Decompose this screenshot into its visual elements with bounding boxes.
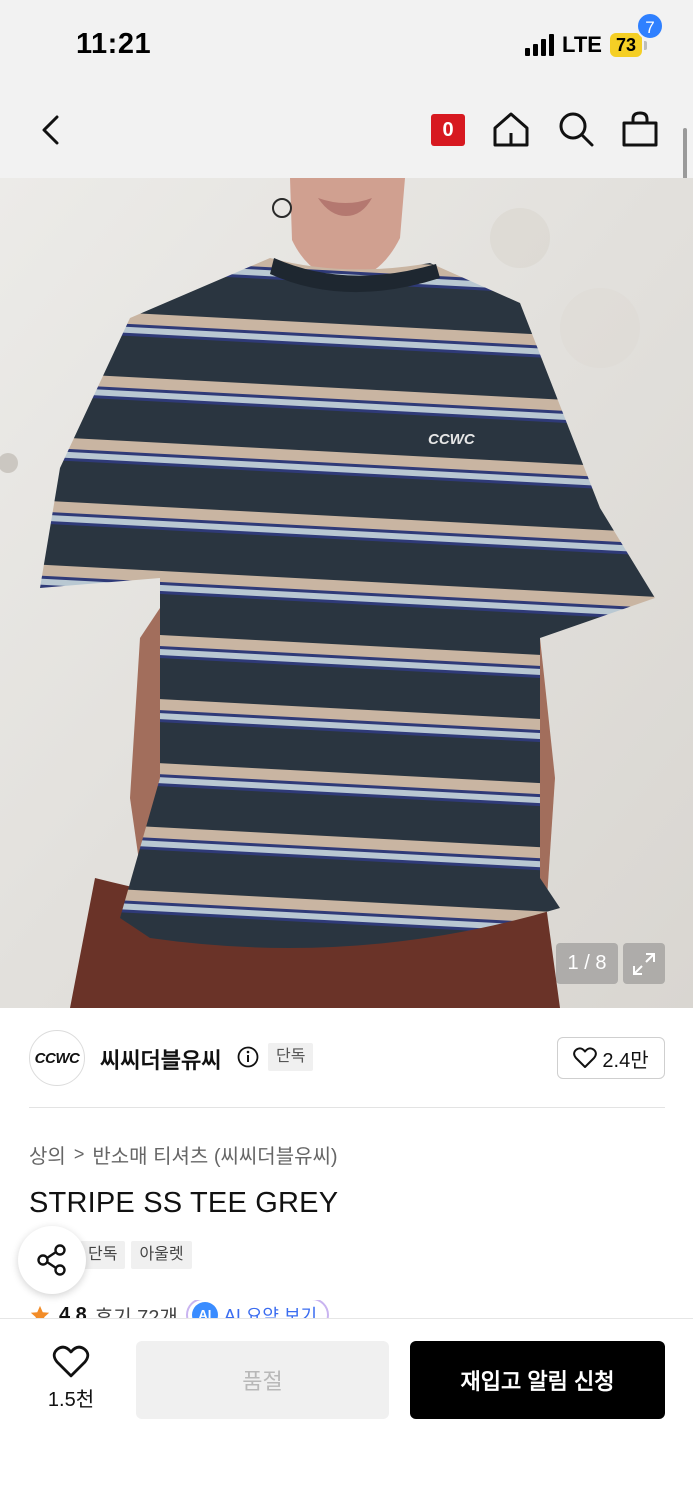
status-indicators: LTE 73 [525,32,647,58]
search-icon[interactable] [556,109,596,149]
image-pager: 1 / 8 [556,943,618,984]
chevron-right-icon: > [73,1144,85,1164]
wishlist-button[interactable]: 1.5천 [36,1345,106,1412]
tag-exclusive: 단독 [80,1241,126,1269]
heart-icon [573,1047,598,1068]
zero-badge-button[interactable]: 0 [431,114,465,146]
back-icon[interactable] [32,110,72,150]
brand-row: CCWC 씨씨더블유씨 단독 2.4만 [0,1008,693,1108]
heart-icon [52,1345,90,1378]
expand-icon [633,952,655,975]
status-time: 11:21 [76,28,152,60]
brand-logo[interactable]: CCWC [29,1030,85,1086]
brand-name-link[interactable]: 씨씨더블유씨 [100,1043,221,1075]
network-label: LTE [562,32,602,57]
share-icon [37,1244,66,1276]
home-icon[interactable] [491,109,531,149]
cart-count-badge: 7 [636,12,664,40]
divider [29,1107,665,1108]
soldout-button[interactable]: 품절 [136,1341,389,1419]
brand-exclusive-tag: 단독 [268,1043,314,1071]
restock-alert-button[interactable]: 재입고 알림 신청 [410,1341,665,1419]
breadcrumb-item-category[interactable]: 상의 [29,1140,66,1169]
breadcrumb-item-subcategory[interactable]: 반소매 티셔츠 (씨씨더블유씨) [92,1140,337,1169]
expand-image-button[interactable] [623,943,665,984]
breadcrumb: 상의 > 반소매 티셔츠 (씨씨더블유씨) [29,1140,338,1169]
cart-icon[interactable] [620,109,660,149]
tag-outlet: 아울렛 [131,1241,192,1269]
product-image[interactable]: CCWC [0,178,693,1008]
signal-icon [525,34,555,56]
brand-like-button[interactable]: 2.4만 [557,1037,665,1079]
share-button[interactable] [18,1226,86,1294]
product-photo: CCWC [0,178,693,1008]
wishlist-count: 1.5천 [47,1389,95,1411]
brand-like-count: 2.4만 [602,1049,649,1072]
nav-bar: 0 [0,92,693,178]
info-icon[interactable] [237,1046,259,1068]
status-bar: 11:21 LTE 73 [0,0,693,92]
bottom-action-bar: 1.5천 품절 재입고 알림 신청 [0,1318,693,1500]
shirt-logo-text: CCWC [428,431,476,448]
product-title: STRIPE SS TEE GREY [29,1187,339,1219]
battery-level: 73 [609,33,642,57]
product-tags: 단독 아울렛 [80,1241,192,1269]
